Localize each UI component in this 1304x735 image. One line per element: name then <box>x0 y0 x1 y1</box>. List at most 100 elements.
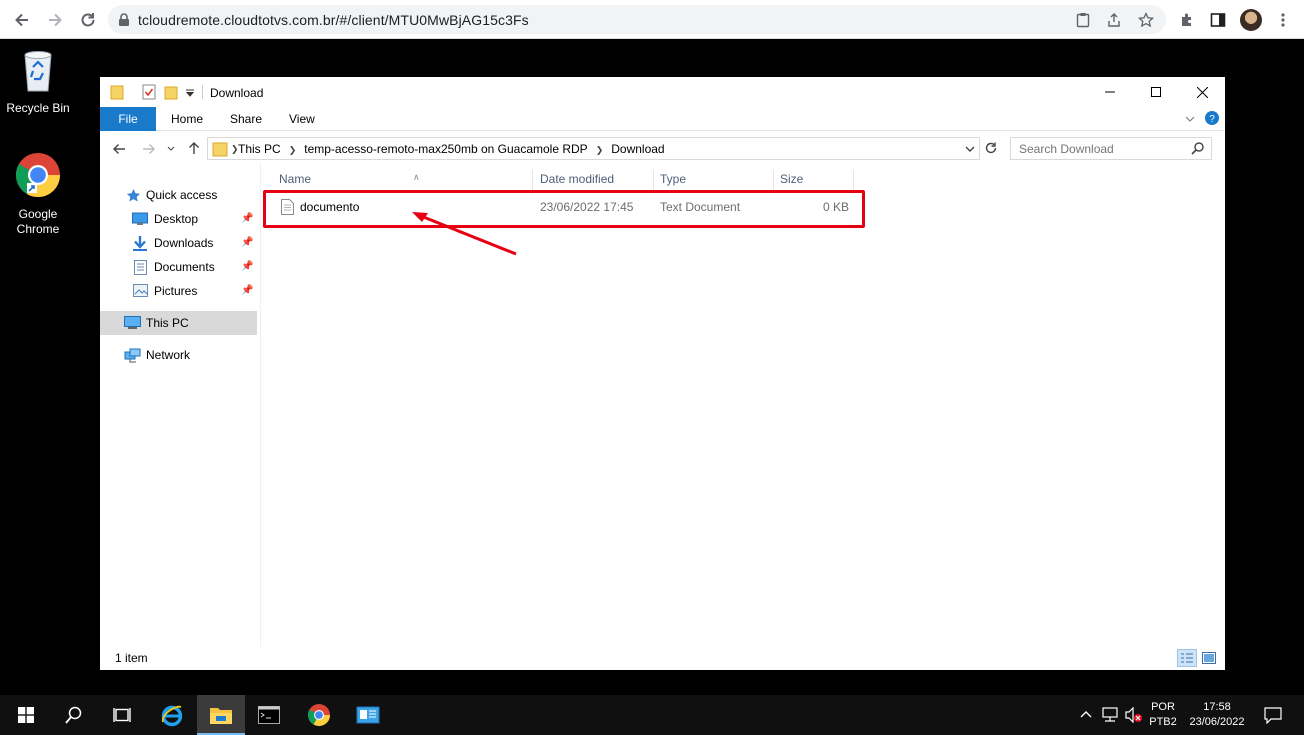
nav-item-quick-access[interactable]: Quick access <box>100 183 257 207</box>
column-label: Type <box>660 172 687 186</box>
forward-arrow-icon <box>49 13 62 27</box>
customize-qat-icon[interactable] <box>186 89 194 97</box>
breadcrumb-share[interactable]: temp-acesso-remoto-max250mb on Guacamole… <box>304 142 587 156</box>
pin-icon[interactable]: 📌 <box>241 231 253 255</box>
task-view-icon <box>113 708 131 722</box>
nav-item-documents[interactable]: Documents 📌 <box>100 255 257 279</box>
back-button[interactable] <box>10 8 34 32</box>
file-explorer-taskbar-button[interactable] <box>197 695 245 735</box>
search-button[interactable] <box>50 695 98 735</box>
browser-toolbar: tcloudremote.cloudtotvs.com.br/#/client/… <box>0 0 1304 39</box>
nav-item-this-pc[interactable]: This PC <box>100 311 257 335</box>
back-arrow-icon <box>15 13 28 27</box>
tab-home[interactable]: Home <box>159 107 215 131</box>
reload-button[interactable] <box>76 8 100 32</box>
column-label: Name <box>279 172 312 186</box>
help-icon[interactable]: ? <box>1205 111 1219 125</box>
refresh-icon[interactable] <box>984 141 998 155</box>
taskbar: POR PTB2 17:58 23/06/2022 <box>0 695 1304 735</box>
nav-item-desktop[interactable]: Desktop 📌 <box>100 207 257 231</box>
forward-button[interactable] <box>43 8 67 32</box>
share-icon[interactable] <box>1105 11 1123 29</box>
annotation-arrow-icon <box>412 212 517 256</box>
clock-time: 17:58 <box>1203 701 1231 713</box>
search-input[interactable] <box>1011 138 1181 159</box>
chevron-right-icon[interactable]: ❯ <box>289 145 297 156</box>
pin-icon[interactable]: 📌 <box>241 255 253 279</box>
search-icon <box>65 706 82 724</box>
lock-icon[interactable] <box>118 13 130 27</box>
profile-avatar[interactable] <box>1240 9 1262 31</box>
command-prompt-button[interactable] <box>245 695 293 735</box>
bookmark-star-icon[interactable] <box>1137 11 1155 29</box>
large-icons-view-button[interactable] <box>1199 649 1219 667</box>
nav-item-network[interactable]: Network <box>100 343 257 367</box>
breadcrumb-this-pc[interactable]: This PC <box>238 142 281 156</box>
network-icon <box>124 348 141 363</box>
nav-item-downloads[interactable]: Downloads 📌 <box>100 231 257 255</box>
search-box[interactable] <box>1010 137 1212 160</box>
nav-item-pictures[interactable]: Pictures 📌 <box>100 279 257 303</box>
details-view-button[interactable] <box>1177 649 1197 667</box>
search-icon[interactable] <box>1191 141 1205 155</box>
nav-label: Documents <box>154 260 215 274</box>
side-panel-icon[interactable] <box>1208 10 1228 30</box>
breadcrumb-download[interactable]: Download <box>611 142 664 156</box>
expand-ribbon-icon[interactable] <box>1185 115 1195 123</box>
clipboard-icon[interactable] <box>1074 11 1092 29</box>
chevron-up-icon[interactable] <box>1080 710 1092 718</box>
maximize-button[interactable] <box>1133 77 1179 107</box>
pin-icon[interactable]: 📌 <box>241 279 253 303</box>
file-explorer-window: Download File Home Share View ? ❯ This P… <box>100 77 1225 670</box>
recent-locations-chevron-icon[interactable] <box>167 146 175 152</box>
download-arrow-icon <box>133 236 147 251</box>
navigation-pane: Quick access Desktop 📌 Downloads 📌 Docum… <box>100 177 260 647</box>
keyboard-layout: PTB2 <box>1149 716 1177 728</box>
breadcrumb[interactable]: ❯ This PC ❯ temp-acesso-remoto-max250mb on… <box>207 137 980 160</box>
desktop-icon-label: Google Chrome <box>16 207 60 236</box>
properties-icon[interactable] <box>142 84 156 100</box>
chrome-icon <box>307 704 331 727</box>
ribbon-tabs: File Home Share View ? <box>100 107 1225 131</box>
forward-arrow-icon[interactable] <box>142 142 156 156</box>
tab-share[interactable]: Share <box>218 107 274 131</box>
extensions-puzzle-icon[interactable] <box>1177 10 1197 30</box>
title-bar[interactable]: Download <box>100 77 1225 107</box>
computer-icon <box>124 316 141 329</box>
up-arrow-icon[interactable] <box>187 141 201 155</box>
tab-file[interactable]: File <box>100 107 156 131</box>
maximize-icon <box>1151 87 1161 97</box>
pictures-icon <box>133 284 148 297</box>
file-explorer-icon <box>210 708 232 724</box>
close-icon <box>1196 86 1208 98</box>
large-icons-view-icon <box>1202 652 1216 664</box>
minimize-button[interactable] <box>1087 77 1133 107</box>
desktop-icon-google-chrome[interactable]: Google Chrome <box>0 151 76 237</box>
start-button[interactable] <box>2 695 50 735</box>
close-button[interactable] <box>1179 77 1225 107</box>
chrome-taskbar-button[interactable] <box>295 695 343 735</box>
desktop-icon-recycle-bin[interactable]: Recycle Bin <box>0 47 76 116</box>
notifications-icon[interactable] <box>1264 707 1282 724</box>
internet-explorer-button[interactable] <box>148 695 196 735</box>
clock[interactable]: 17:58 23/06/2022 <box>1184 700 1250 730</box>
nav-label: Downloads <box>154 236 214 250</box>
task-view-button[interactable] <box>98 695 146 735</box>
highlight-box <box>263 190 865 228</box>
pin-icon[interactable]: 📌 <box>241 207 253 231</box>
volume-muted-icon[interactable] <box>1125 707 1143 723</box>
chevron-right-icon[interactable]: ❯ <box>596 145 604 156</box>
new-folder-icon[interactable] <box>164 84 178 100</box>
column-label: Date modified <box>540 172 615 186</box>
tab-view[interactable]: View <box>277 107 327 131</box>
nav-label: Desktop <box>154 212 199 226</box>
svg-text:?: ? <box>1209 114 1215 125</box>
windows-logo-icon <box>18 707 34 723</box>
back-arrow-icon[interactable] <box>112 142 126 156</box>
chevron-down-icon[interactable] <box>965 146 975 153</box>
network-status-icon[interactable] <box>1102 707 1120 723</box>
server-manager-button[interactable] <box>344 695 392 735</box>
input-language-indicator[interactable]: POR PTB2 <box>1146 700 1180 730</box>
address-bar[interactable]: tcloudremote.cloudtotvs.com.br/#/client/… <box>108 5 1166 34</box>
chrome-menu-icon[interactable] <box>1273 10 1293 30</box>
